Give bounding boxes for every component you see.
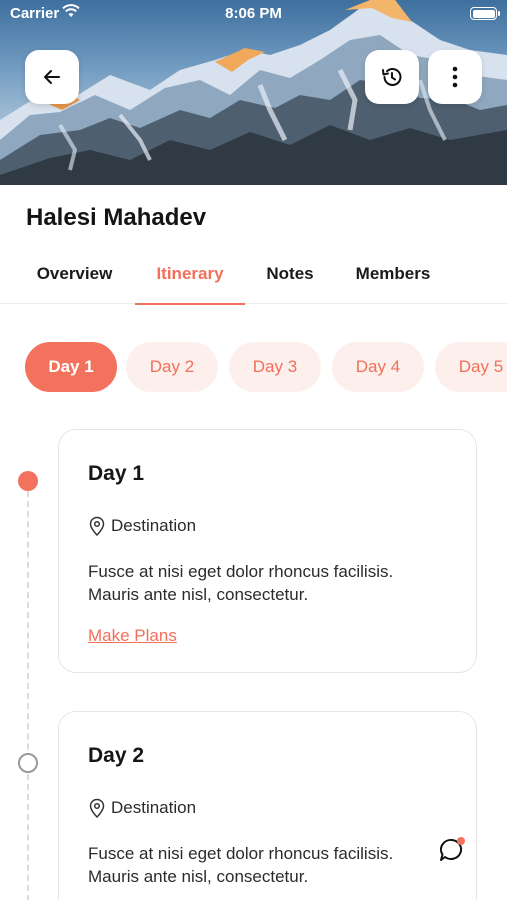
location-pin-icon — [89, 798, 105, 818]
more-vertical-icon — [452, 66, 458, 88]
tab-notes[interactable]: Notes — [255, 250, 325, 304]
card-day-title: Day 1 — [88, 462, 145, 485]
itinerary-card-day-1[interactable]: Day 1 Destination Fusce at nisi eget dol… — [58, 429, 477, 673]
card-description: Fusce at nisi eget dolor rhoncus facilis… — [88, 844, 394, 886]
make-plans-link[interactable]: Make Plans — [88, 626, 177, 646]
tab-label: Itinerary — [156, 264, 224, 283]
day-chip-1[interactable]: Day 1 — [25, 342, 117, 392]
history-button[interactable] — [365, 50, 419, 104]
day-chip-3[interactable]: Day 3 — [229, 342, 321, 392]
tab-overview[interactable]: Overview — [26, 250, 123, 304]
tab-label: Overview — [36, 264, 113, 283]
more-options-button[interactable] — [428, 50, 482, 104]
arrow-left-icon — [44, 70, 60, 84]
battery-icon — [470, 7, 500, 20]
card-day-title: Day 2 — [88, 744, 145, 767]
timeline-dot-inactive — [18, 753, 38, 773]
header-image: Carrier 8:06 PM — [0, 0, 507, 185]
history-icon — [382, 68, 402, 86]
clock-time: 8:06 PM — [225, 5, 282, 22]
tab-bar: Overview Itinerary Notes Members — [0, 250, 507, 305]
day-chip-5[interactable]: Day 5 — [435, 342, 507, 392]
destination-row: Destination — [88, 798, 196, 818]
day-selector[interactable]: Day 1 Day 2 Day 3 Day 4 Day 5 — [0, 342, 507, 394]
card-description: Fusce at nisi eget dolor rhoncus facilis… — [88, 562, 394, 604]
timeline-line — [27, 481, 29, 900]
day-chip-4[interactable]: Day 4 — [332, 342, 424, 392]
page-title: Halesi Mahadev — [26, 204, 207, 231]
tab-members[interactable]: Members — [345, 250, 441, 304]
chat-bubble-icon — [439, 837, 465, 861]
back-button[interactable] — [25, 50, 79, 104]
destination-label: Destination — [111, 798, 197, 817]
timeline-dot-active — [18, 471, 38, 491]
tab-itinerary[interactable]: Itinerary — [135, 250, 245, 305]
location-pin-icon — [89, 516, 105, 536]
chat-button[interactable] — [437, 835, 467, 865]
destination-label: Destination — [111, 516, 197, 535]
tab-label: Members — [355, 264, 431, 283]
tab-label: Notes — [266, 264, 314, 283]
destination-row: Destination — [88, 516, 196, 536]
status-bar: Carrier 8:06 PM — [0, 0, 507, 28]
day-chip-2[interactable]: Day 2 — [126, 342, 218, 392]
itinerary-card-day-2[interactable]: Day 2 Destination Fusce at nisi eget dol… — [58, 711, 477, 900]
